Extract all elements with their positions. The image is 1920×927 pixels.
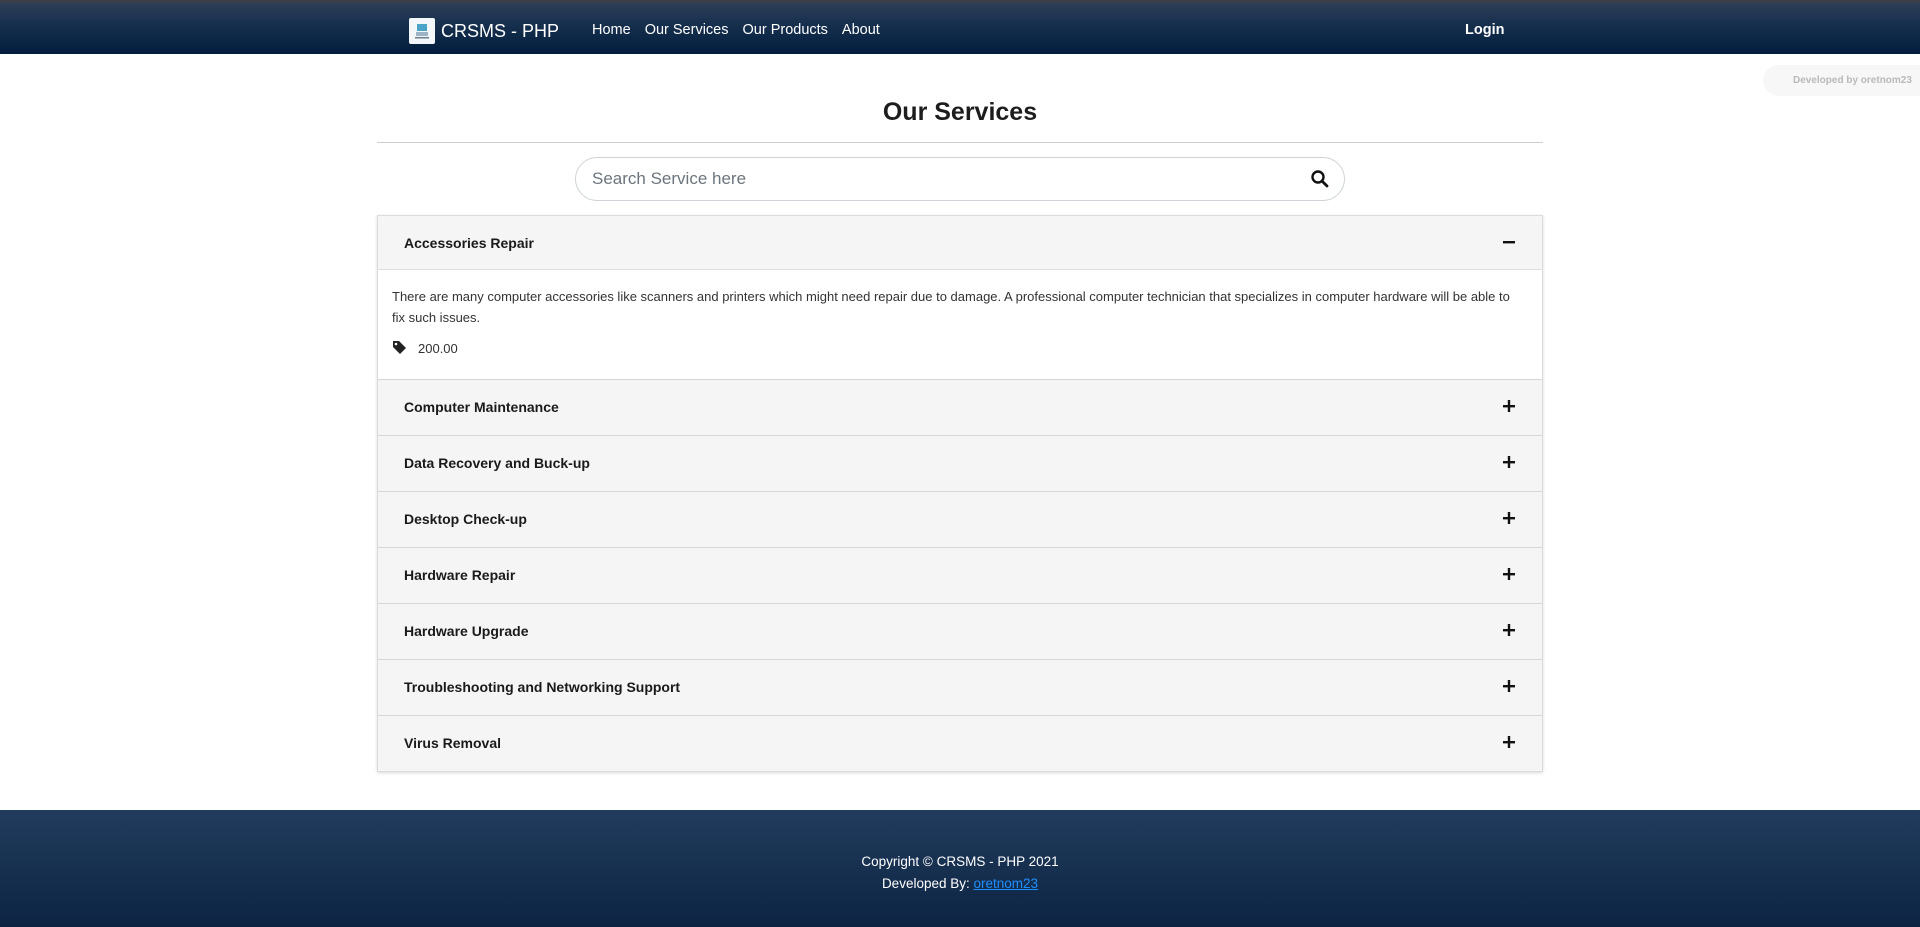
footer-developed-by: Developed By: oretnom23 [0, 876, 1920, 891]
developer-link[interactable]: oretnom23 [974, 876, 1039, 891]
service-header-data-recovery[interactable]: Data Recovery and Buck-up [378, 436, 1542, 491]
nav-link-our-services[interactable]: Our Services [638, 22, 736, 38]
service-header-desktop-check-up[interactable]: Desktop Check-up [378, 492, 1542, 547]
nav-link-home[interactable]: Home [585, 22, 638, 38]
service-title: Hardware Repair [404, 567, 516, 583]
search-icon[interactable] [1310, 169, 1330, 189]
search-input[interactable] [590, 158, 1290, 200]
service-header-virus-removal[interactable]: Virus Removal [378, 716, 1542, 771]
search-box [575, 157, 1345, 201]
plus-icon[interactable] [1502, 567, 1516, 581]
title-divider [377, 142, 1543, 143]
brand[interactable]: CRSMS - PHP [409, 17, 559, 45]
service-title: Virus Removal [404, 735, 502, 751]
service-header-hardware-upgrade[interactable]: Hardware Upgrade [378, 604, 1542, 659]
price-tag-icon [392, 340, 407, 357]
service-title: Hardware Upgrade [404, 623, 529, 639]
page-title: Our Services [882, 98, 1038, 126]
plus-icon[interactable] [1502, 679, 1516, 693]
plus-icon[interactable] [1502, 455, 1516, 469]
brand-logo-icon [409, 18, 435, 44]
developer-badge: Developed by oretnom23 [1763, 65, 1920, 96]
service-item: Computer Maintenance [378, 380, 1542, 436]
nav-link-about[interactable]: About [835, 22, 887, 38]
service-price: 200.00 [392, 340, 1528, 357]
service-header-computer-maintenance[interactable]: Computer Maintenance [378, 380, 1542, 435]
plus-icon[interactable] [1502, 623, 1516, 637]
service-details: There are many computer accessories like… [378, 270, 1542, 379]
plus-icon[interactable] [1502, 511, 1516, 525]
services-accordion: Accessories Repair There are many comput… [377, 215, 1543, 772]
service-title: Data Recovery and Buck-up [404, 455, 590, 471]
service-item: Accessories Repair There are many comput… [378, 216, 1542, 380]
service-header-hardware-repair[interactable]: Hardware Repair [378, 548, 1542, 603]
brand-name: CRSMS - PHP [441, 20, 560, 41]
nav-link-our-products[interactable]: Our Products [736, 22, 835, 38]
service-title: Computer Maintenance [404, 399, 559, 415]
service-header-accessories-repair[interactable]: Accessories Repair [378, 216, 1542, 270]
service-item: Hardware Upgrade [378, 604, 1542, 660]
login-link[interactable]: Login [1465, 22, 1504, 38]
top-navbar: CRSMS - PHP Home Our Services Our Produc… [0, 0, 1920, 54]
service-price-value: 200.00 [418, 341, 458, 356]
service-title: Desktop Check-up [404, 511, 527, 527]
service-description: There are many computer accessories like… [392, 289, 1510, 325]
service-item: Data Recovery and Buck-up [378, 436, 1542, 492]
footer: Copyright © CRSMS - PHP 2021 Developed B… [0, 810, 1920, 927]
service-item: Virus Removal [378, 716, 1542, 771]
minus-icon[interactable] [1502, 235, 1516, 249]
plus-icon[interactable] [1502, 735, 1516, 749]
footer-developed-by-label: Developed By: [881, 876, 974, 891]
footer-copyright: Copyright © CRSMS - PHP 2021 [861, 854, 1059, 869]
service-title: Accessories Repair [404, 235, 534, 251]
service-item: Troubleshooting and Networking Support [378, 660, 1542, 716]
service-title: Troubleshooting and Networking Support [404, 679, 681, 695]
plus-icon[interactable] [1502, 399, 1516, 413]
service-item: Desktop Check-up [378, 492, 1542, 548]
service-header-troubleshooting[interactable]: Troubleshooting and Networking Support [378, 660, 1542, 715]
nav-links: Home Our Services Our Products About [585, 22, 887, 38]
service-item: Hardware Repair [378, 548, 1542, 604]
